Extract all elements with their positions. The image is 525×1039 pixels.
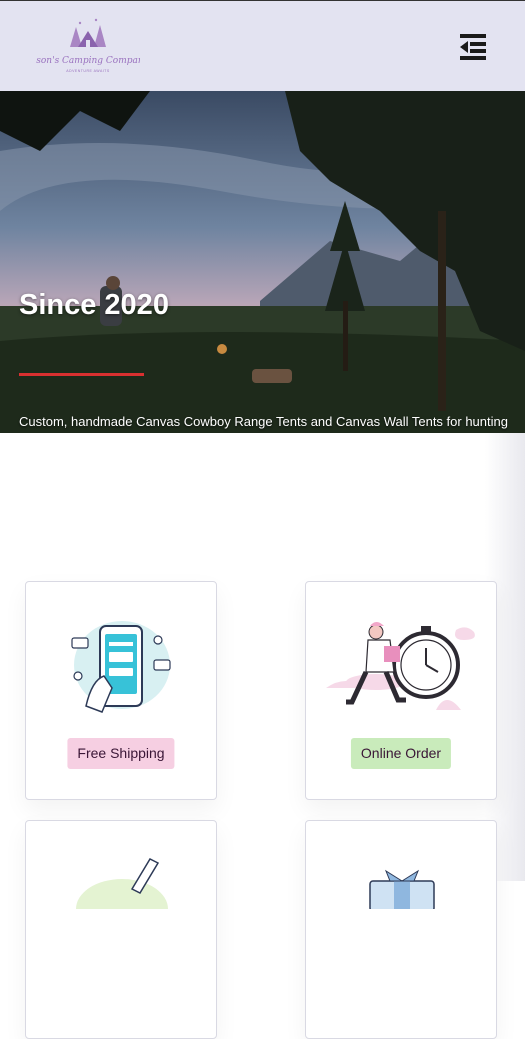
hero-title: Since 2020 (19, 289, 169, 321)
gift-box-icon (369, 869, 435, 909)
hero-description: Custom, handmade Canvas Cowboy Range Ten… (19, 414, 508, 429)
menu-collapse-icon[interactable] (455, 29, 491, 65)
logo-tagline: ADVENTURE AWAITS (66, 69, 110, 73)
feature-illustration-icon (76, 858, 168, 909)
mobile-payment-icon (71, 621, 171, 713)
delivery-stopwatch-icon (326, 622, 475, 710)
hero-background-image (0, 91, 525, 433)
hero-accent-line (19, 373, 144, 376)
free-shipping-label: Free Shipping (67, 738, 175, 769)
site-header: Jason's Camping Company ADVENTURE AWAITS (0, 0, 525, 91)
feature-card-online-order[interactable]: Online Order (305, 581, 497, 800)
feature-card-free-shipping[interactable]: Free Shipping (25, 581, 217, 800)
feature-card-3[interactable] (25, 820, 217, 1039)
hero-banner: Since 2020 Custom, handmade Canvas Cowbo… (0, 91, 525, 433)
tent-trees-icon (70, 18, 106, 47)
logo-text: Jason's Camping Company (36, 56, 140, 66)
feature-card-4[interactable] (305, 820, 497, 1039)
logo[interactable]: Jason's Camping Company ADVENTURE AWAITS (36, 13, 140, 77)
online-order-label: Online Order (350, 738, 452, 769)
